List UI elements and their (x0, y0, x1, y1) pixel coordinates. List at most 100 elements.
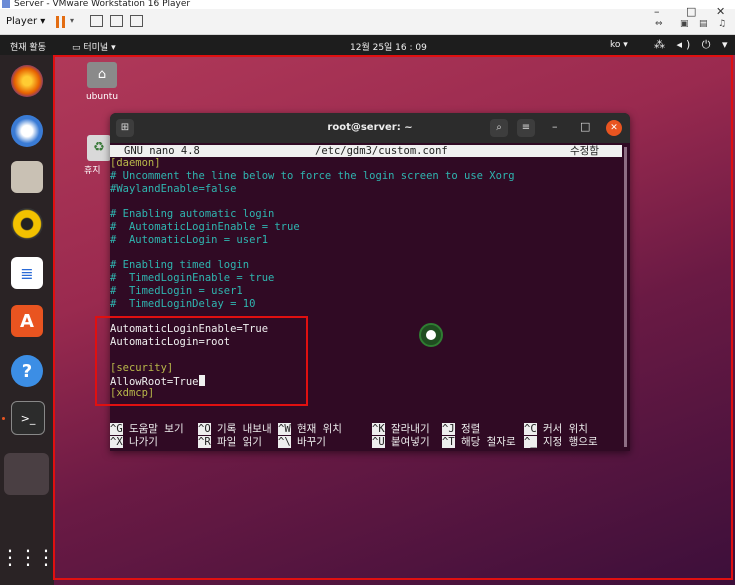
close-icon[interactable]: ✕ (606, 120, 622, 136)
shortcut-label: 지정 행으로 (536, 436, 598, 448)
editor-line: # TimedLoginDelay = 10 (110, 298, 255, 311)
shortcut-key: ^K (372, 423, 385, 435)
clock[interactable]: 12월 25일 16 : 09 (350, 40, 427, 53)
vmware-logo-icon (2, 0, 10, 8)
maximize-button[interactable]: □ (686, 5, 696, 18)
vmware-title-bar: Server - VMware Workstation 16 Player (0, 0, 735, 9)
menu-icon[interactable]: ≡ (517, 119, 535, 137)
shortcut-item: ^J 정렬 (442, 423, 480, 436)
editor-line: #WaylandEnable=false (110, 183, 236, 196)
shortcut-item: ^K 잘라내기 (372, 423, 430, 436)
help-icon[interactable]: ? (11, 355, 43, 387)
shortcut-key: ^G (110, 423, 123, 435)
mail-icon[interactable] (11, 115, 43, 147)
vm-usb-icon[interactable]: ▣ (680, 19, 689, 29)
editor-line: [daemon] (110, 157, 161, 170)
shortcut-label: 붙여넣기 (384, 436, 430, 448)
shortcut-item: ^_ 지정 행으로 (524, 436, 598, 449)
nano-filename: /etc/gdm3/custom.conf (315, 145, 448, 157)
search-icon[interactable]: ⌕ (490, 119, 508, 137)
terminal-icon[interactable]: >_ (11, 401, 45, 435)
terminal-header-bar[interactable]: ⊞ root@server: ~ ⌕ ≡ – □ ✕ (110, 113, 630, 143)
running-indicator (2, 417, 5, 420)
app-menu-terminal[interactable]: ▭ 터미널 ▾ (72, 40, 116, 53)
shortcut-item: ^R 파일 읽기 (198, 436, 262, 449)
activities-button[interactable]: 현재 활동 (10, 40, 46, 53)
shortcut-label: 해당 철자로 (454, 436, 516, 448)
editor-line-text: # TimedLoginDelay = 10 (110, 297, 256, 310)
editor-line-text: # TimedLoginEnable = true (110, 272, 275, 285)
speaker-icon[interactable] (11, 208, 43, 240)
shortcut-key: ^U (372, 436, 385, 448)
window-title: Server - VMware Workstation 16 Player (14, 0, 191, 9)
shortcut-item: ^\ 바꾸기 (278, 436, 326, 449)
vm-sound-icon[interactable]: ♫ (718, 19, 726, 29)
shortcut-item: ^W 현재 위치 (278, 423, 342, 436)
ubuntu-top-bar: 현재 활동 ▭ 터미널 ▾ 12월 25일 16 : 09 ko ▾ ⁂ ◂) … (0, 35, 735, 55)
shortcut-label: 정렬 (454, 423, 481, 435)
shortcut-key: ^O (198, 423, 211, 435)
shortcut-key: ^_ (524, 436, 537, 448)
vmware-toolbar: Player ▾ ▾ – □ ✕ ⇔ ▣ ▤ ♫ (0, 5, 735, 35)
editor-line-text: # Enabling automatic login (110, 208, 275, 221)
fullscreen-icon[interactable] (110, 15, 123, 27)
system-menu[interactable]: ⁂ ◂) ⏻ ▾ (654, 38, 732, 52)
shortcut-key: ^J (442, 423, 455, 435)
shortcut-label: 나가기 (122, 436, 158, 448)
scrollbar[interactable] (624, 147, 627, 447)
shortcut-label: 도움말 보기 (122, 423, 184, 435)
close-window-button[interactable]: ✕ (716, 5, 725, 18)
editor-line-text: [daemon] (110, 157, 161, 169)
shortcut-label: 현재 위치 (290, 423, 342, 435)
shortcut-item: ^U 붙여넣기 (372, 436, 430, 449)
trash-icon: ♻ (87, 135, 111, 161)
vm-settings-icon[interactable]: ⇔ (655, 19, 663, 29)
pause-icon[interactable] (56, 16, 66, 28)
shortcut-key: ^W (278, 423, 291, 435)
shortcut-label: 파일 읽기 (210, 436, 262, 448)
firefox-icon[interactable] (11, 65, 43, 97)
editor-line: # TimedLogin = user1 (110, 285, 243, 298)
send-ctrl-alt-del-icon[interactable] (90, 15, 103, 27)
minimize-button[interactable]: – (654, 5, 660, 18)
shortcut-item: ^T 해당 철자로 (442, 436, 516, 449)
shortcut-item: ^G 도움말 보기 (110, 423, 184, 436)
shortcut-key: ^\ (278, 436, 291, 448)
editor-line-text: # Uncomment the line below to force the … (110, 169, 515, 182)
editor-line: # Enabling timed login (110, 259, 249, 272)
shortcut-key: ^R (198, 436, 211, 448)
vm-display-icon[interactable]: ▤ (699, 19, 708, 29)
shortcut-label: 기록 내보내 (210, 423, 272, 435)
shortcut-label: 바꾸기 (290, 436, 326, 448)
editor-line: # AutomaticLoginEnable = true (110, 221, 300, 234)
nano-version: GNU nano 4.8 (124, 145, 200, 157)
red-highlight-box (95, 316, 308, 406)
shortcut-key: ^X (110, 436, 123, 448)
software-icon[interactable]: A (11, 305, 43, 337)
shortcut-label: 잘라내기 (384, 423, 430, 435)
minimize-icon[interactable]: – (552, 120, 558, 133)
shortcut-item: ^O 기록 내보내 (198, 423, 272, 436)
mouse-pointer-indicator (419, 323, 443, 347)
document-icon[interactable]: ≣ (11, 257, 43, 289)
shortcut-key: ^T (442, 436, 455, 448)
desktop-icon-label: ubuntu (85, 92, 119, 102)
files-icon[interactable] (11, 161, 43, 193)
editor-line-text: # AutomaticLoginEnable = true (110, 221, 300, 233)
editor-line: # TimedLoginEnable = true (110, 272, 274, 285)
editor-line: # Enabling automatic login (110, 208, 274, 221)
shortcut-label: 커서 위치 (536, 423, 588, 435)
dock: ≣ A ? >_ ⋮⋮⋮ (0, 55, 56, 585)
player-menu[interactable]: Player ▾ (6, 16, 45, 27)
nano-shortcut-bar: ^G 도움말 보기 ^O 기록 내보내 ^W 현재 위치 ^K 잘라내기 ^J 정렬 ^C… (110, 423, 630, 451)
input-method-indicator[interactable]: ko ▾ (610, 40, 628, 50)
unity-icon[interactable] (130, 15, 143, 27)
desktop-icon-home[interactable]: ⌂ ubuntu (84, 62, 120, 102)
grid-icon[interactable]: ⋮⋮⋮ (0, 541, 56, 573)
editor-line-text: # AutomaticLogin = user1 (110, 233, 269, 246)
active-app-highlight (4, 453, 49, 495)
chevron-down-icon[interactable]: ▾ (70, 16, 74, 25)
editor-line-text: #WaylandEnable=false (110, 182, 237, 195)
maximize-icon[interactable]: □ (580, 120, 590, 133)
editor-line-text: # Enabling timed login (110, 259, 250, 272)
